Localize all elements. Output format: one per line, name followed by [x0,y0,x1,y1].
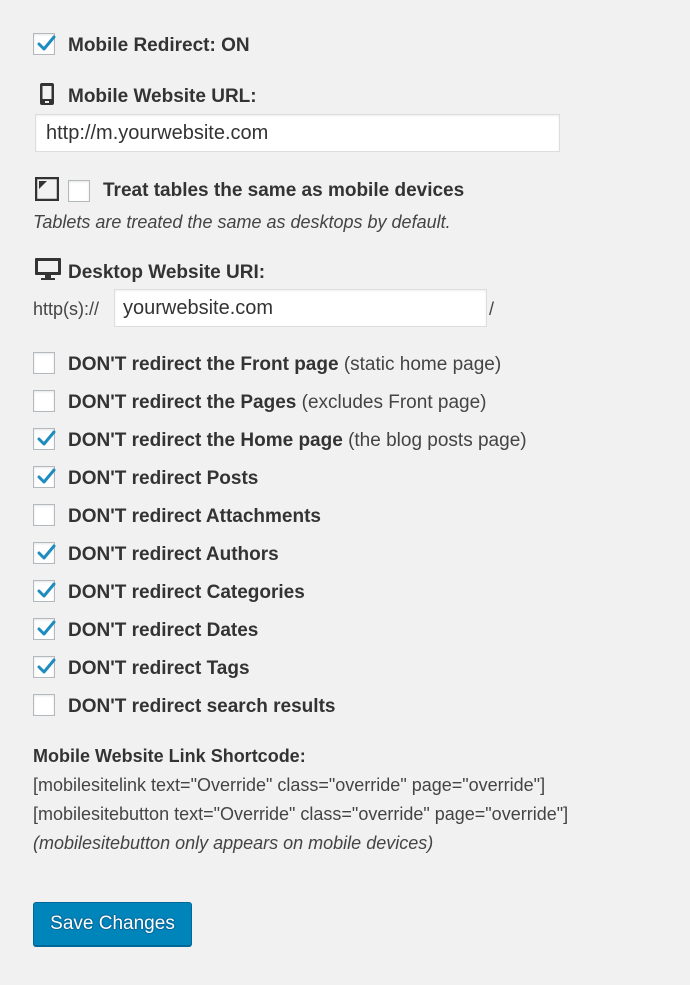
shortcode-heading: Mobile Website Link Shortcode: [33,746,306,766]
desktop-uri-suffix: / [489,299,495,319]
mobile-url-label: Mobile Website URL: [68,86,257,107]
option-label: DON'T redirect the Home page (the blog p… [68,429,527,453]
desktop-icon [35,258,61,280]
option-label: DON'T redirect Posts [68,467,258,491]
option-label-text: DON'T redirect search results [68,696,336,717]
option-label: DON'T redirect Attachments [68,505,321,529]
tablets-checkbox[interactable] [68,180,90,202]
option-checkbox[interactable] [33,466,56,488]
mobile-url-input[interactable]: http://m.yourwebsite.com [35,114,560,152]
option-checkbox[interactable] [33,618,56,640]
desktop-uri-prefix: http(s):// [33,299,100,319]
option-checkbox[interactable] [33,504,55,526]
option-label-text: DON'T redirect Authors [68,544,279,565]
option-checkbox[interactable] [33,656,56,678]
checkmark-icon [37,35,56,51]
option-label: DON'T redirect the Front page (static ho… [68,353,501,377]
option-label-note: (excludes Front page) [301,392,487,413]
shortcode-note: (mobilesitebutton only appears on mobile… [33,833,434,853]
option-label-text: DON'T redirect Categories [68,582,305,603]
option-checkbox[interactable] [33,428,56,450]
checkmark-icon [37,468,56,484]
option-label-text: DON'T redirect the Home page [68,430,343,451]
option-label: DON'T redirect Categories [68,581,305,605]
mobile-phone-icon [40,83,54,105]
checkmark-icon [37,430,56,446]
option-label-text: DON'T redirect Posts [68,468,259,489]
option-label: DON'T redirect the Pages (excludes Front… [68,391,486,415]
option-label-note: (the blog posts page) [348,430,527,451]
checkmark-icon [37,582,56,598]
checkmark-icon [37,544,56,560]
checkmark-icon [37,658,56,674]
option-label-text: DON'T redirect Dates [68,620,259,641]
desktop-uri-input[interactable]: yourwebsite.com [114,289,487,327]
option-label-text: DON'T redirect the Pages [68,392,297,413]
option-checkbox[interactable] [33,542,56,564]
tablet-icon [35,177,59,201]
shortcode-line-2: [mobilesitebutton text="Override" class=… [33,804,569,824]
option-checkbox[interactable] [33,390,55,412]
option-label-note: (static home page) [343,354,502,375]
option-label: DON'T redirect Tags [68,657,250,681]
option-label-text: DON'T redirect the Front page [68,354,339,375]
mobile-redirect-checkbox[interactable] [33,33,56,55]
option-label: DON'T redirect search results [68,695,335,719]
shortcode-line-1: [mobilesitelink text="Override" class="o… [33,775,546,795]
option-checkbox[interactable] [33,694,55,716]
option-label: DON'T redirect Authors [68,543,279,567]
option-label-text: DON'T redirect Attachments [68,506,321,527]
checkmark-icon [37,620,56,636]
mobile-redirect-label: Mobile Redirect: ON [68,35,250,56]
option-checkbox[interactable] [33,580,56,602]
save-changes-button[interactable]: Save Changes [33,902,192,946]
tablets-note: Tablets are treated the same as desktops… [33,212,451,232]
desktop-uri-label: Desktop Website URI: [68,262,266,283]
option-label: DON'T redirect Dates [68,619,258,643]
tablets-label: Treat tables the same as mobile devices [103,180,465,201]
option-checkbox[interactable] [33,352,55,374]
option-label-text: DON'T redirect Tags [68,658,250,679]
